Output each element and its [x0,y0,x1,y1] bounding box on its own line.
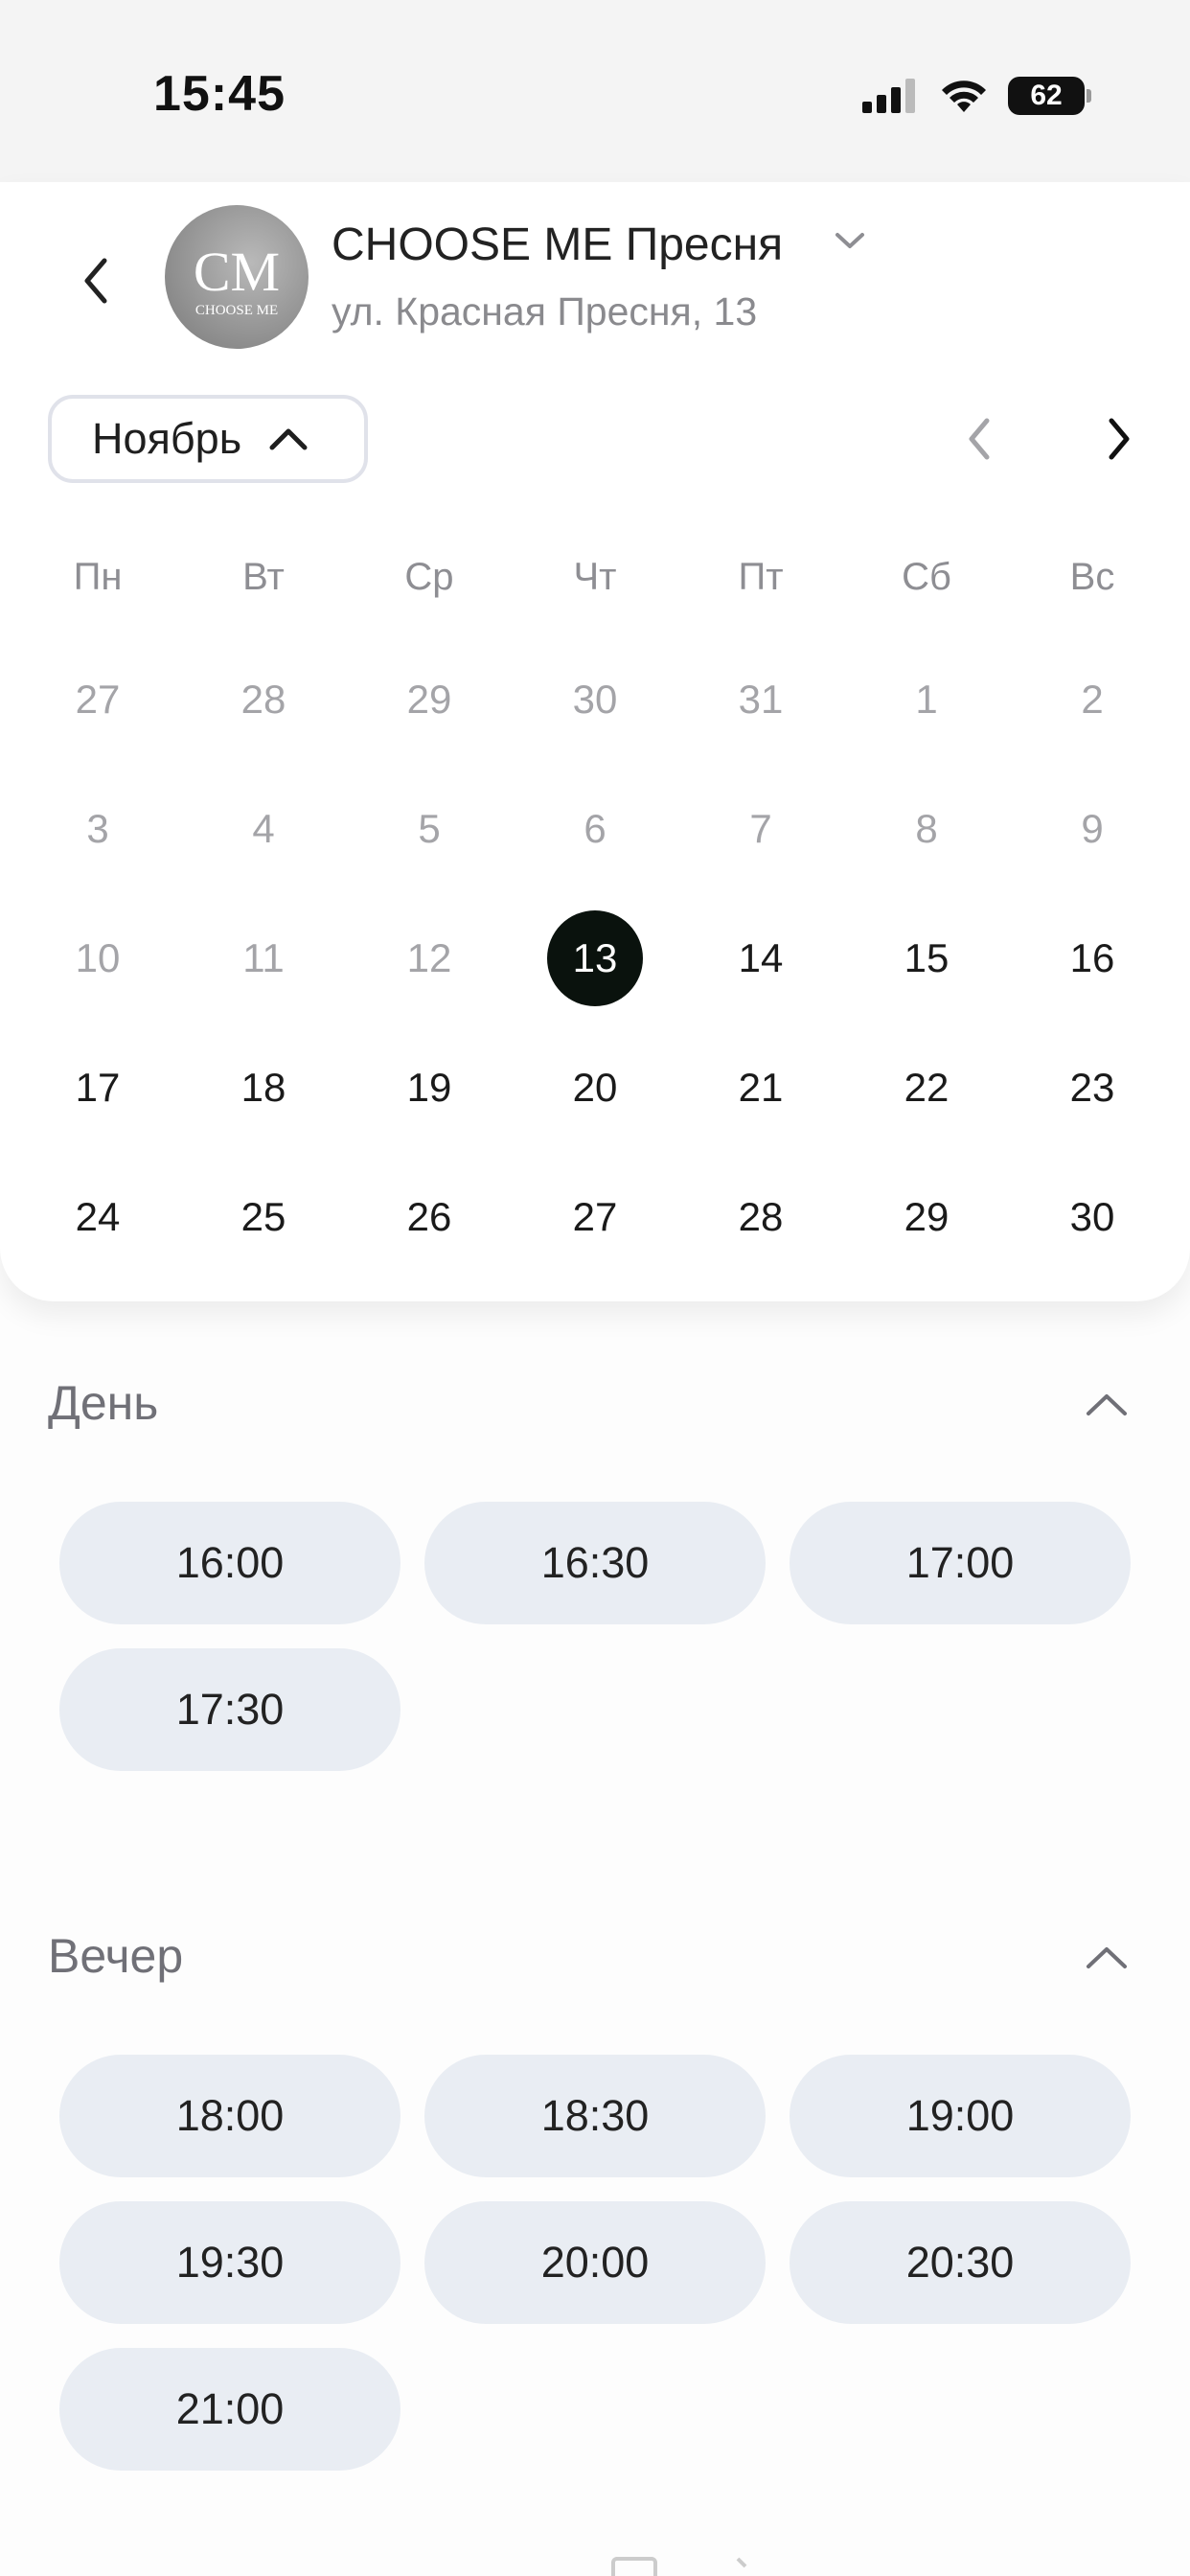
weekday-label: Сб [902,556,951,598]
calendar-day[interactable]: 19 [381,1040,477,1136]
time-slot-button[interactable]: 19:30 [59,2201,400,2324]
calendar-day: 9 [1081,806,1104,851]
salon-name[interactable]: CHOOSE ME Пресня [332,218,783,271]
calendar-day: 3 [86,806,109,851]
chevron-left-icon [84,258,107,304]
weekday-label: Пн [73,556,123,598]
salon-address: ул. Красная Пресня, 13 [332,289,758,334]
prev-month-button[interactable] [954,408,1004,470]
battery-level: 62 [1030,80,1063,111]
calendar-day: 12 [406,935,452,980]
chevron-left-icon [969,418,990,460]
calendar-day: 27 [75,677,121,722]
calendar-day: 1 [915,677,938,722]
chevron-up-icon [1087,1394,1127,1415]
status-bar: 15:45 62 [0,0,1190,182]
calendar-day: 29 [406,677,452,722]
month-label: Ноябрь [92,414,242,463]
calendar-day[interactable]: 28 [713,1169,809,1265]
calendar-day[interactable]: 14 [713,910,809,1006]
calendar-day[interactable]: 16 [1044,910,1140,1006]
time-slot-button[interactable]: 16:00 [59,1502,400,1624]
signal-icon [862,79,915,113]
calendar-day[interactable]: 23 [1044,1040,1140,1136]
calendar-day: 28 [240,677,286,722]
chevron-up-icon [269,428,308,450]
calendar-day[interactable]: 17 [50,1040,146,1136]
section-title: Вечер [48,1929,184,1983]
calendar-day[interactable]: 15 [879,910,974,1006]
calendar-day: 7 [749,806,772,851]
calendar-day: 11 [242,935,285,980]
calendar-day[interactable]: 24 [50,1169,146,1265]
weekday-header: Пн Вт Ср Чт Пт Сб Вс [0,556,1190,613]
calendar-day[interactable]: 20 [547,1040,643,1136]
calendar-day[interactable]: 25 [216,1169,311,1265]
next-month-button[interactable] [1094,408,1144,470]
time-slot-button[interactable]: 19:00 [790,2055,1131,2177]
calendar-card: CM CHOOSE ME CHOOSE ME Пресня ул. Красна… [0,182,1190,1301]
wifi-icon [942,80,986,112]
section-collapse-button[interactable] [1083,1385,1131,1423]
calendar-day: 4 [252,806,275,851]
calendar-day: 6 [584,806,606,851]
calendar-day: 31 [738,677,784,722]
chevron-down-icon [835,233,864,248]
calendar-day[interactable]: 18 [216,1040,311,1136]
avatar-monogram: CM [193,241,281,303]
salon-avatar: CM CHOOSE ME [165,205,309,349]
weekday-label: Ср [404,556,454,598]
weekday-label: Вс [1069,556,1115,598]
calendar-day[interactable]: 21 [713,1040,809,1136]
bottom-bar-hint [611,2557,747,2576]
weekday-label: Пт [738,556,784,598]
calendar-day[interactable]: 30 [1044,1169,1140,1265]
status-icons: 62 [862,69,1091,123]
section-title: День [48,1376,159,1430]
calendar-day: 2 [1081,677,1104,722]
calendar-day: 5 [418,806,441,851]
avatar-logo-text: CHOOSE ME [195,303,279,318]
time-slot-button[interactable]: 21:00 [59,2348,400,2471]
time-slot-button[interactable]: 17:00 [790,1502,1131,1624]
salon-dropdown-button[interactable] [834,230,866,256]
time-slot-button[interactable]: 20:00 [424,2201,766,2324]
chevron-right-icon [1109,418,1130,460]
month-picker-button[interactable]: Ноябрь [48,395,368,483]
calendar-day[interactable]: 27 [547,1169,643,1265]
calendar-day: 10 [75,935,121,980]
chevron-up-icon [1087,1947,1127,1968]
weekday-label: Чт [573,556,617,598]
time-slot-button[interactable]: 17:30 [59,1648,400,1771]
time-slot-button[interactable]: 20:30 [790,2201,1131,2324]
calendar-day[interactable]: 22 [879,1040,974,1136]
time-slot-button[interactable]: 18:00 [59,2055,400,2177]
battery-icon: 62 [1008,77,1091,115]
calendar-day: 8 [915,806,938,851]
calendar-day-selected[interactable]: 13 [547,910,643,1006]
calendar-day[interactable]: 29 [879,1169,974,1265]
calendar-day: 30 [572,677,618,722]
calendar-day[interactable]: 26 [381,1169,477,1265]
time-slot-button[interactable]: 18:30 [424,2055,766,2177]
weekday-label: Вт [242,556,285,598]
status-time: 15:45 [153,66,286,122]
section-collapse-button[interactable] [1083,1938,1131,1976]
time-slot-button[interactable]: 16:30 [424,1502,766,1624]
back-button[interactable] [67,247,125,314]
